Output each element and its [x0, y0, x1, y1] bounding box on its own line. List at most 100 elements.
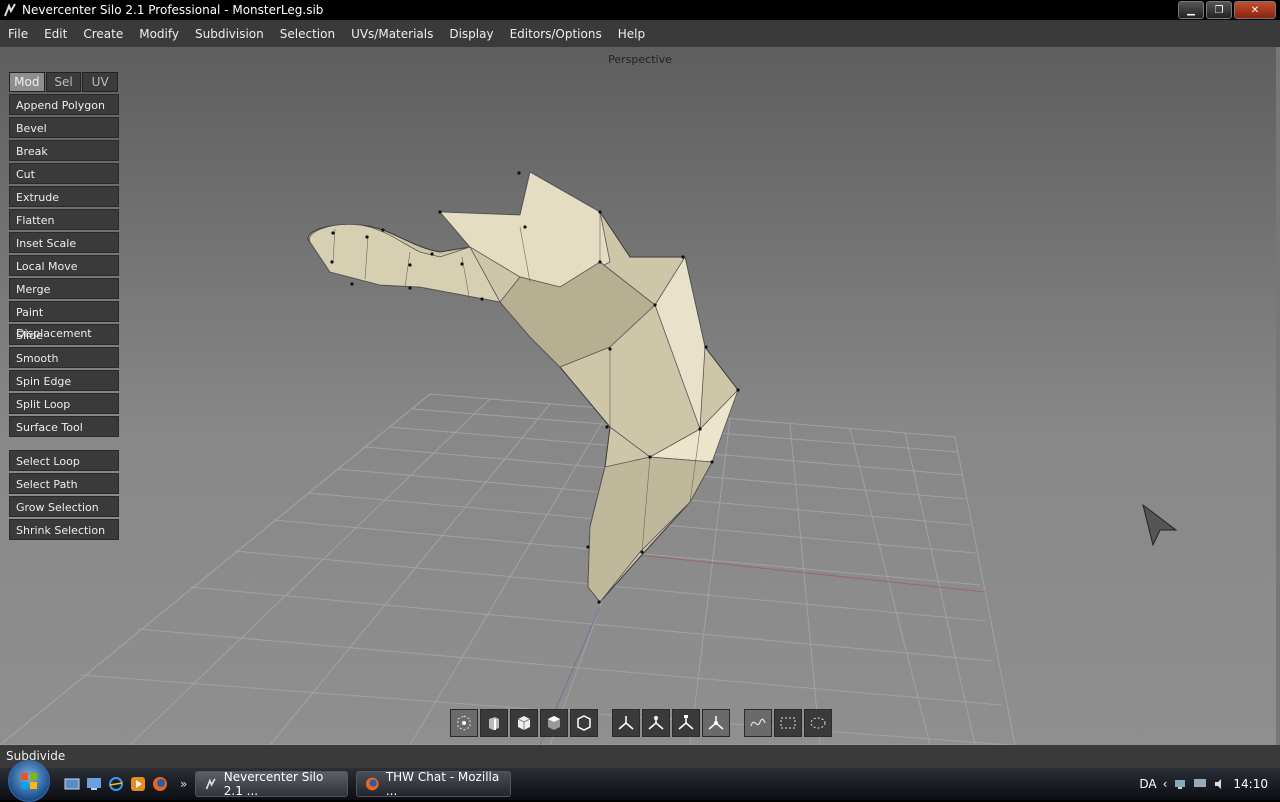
- flatten-button[interactable]: Flatten: [9, 209, 119, 230]
- move-manipulator-button[interactable]: [612, 709, 640, 737]
- minimize-icon: ▁: [1187, 4, 1195, 16]
- object-mode-icon: [457, 715, 471, 731]
- menu-uvs-materials[interactable]: UVs/Materials: [343, 27, 441, 41]
- inset-scale-button[interactable]: Inset Scale: [9, 232, 119, 253]
- menu-create[interactable]: Create: [75, 27, 131, 41]
- scale-manipulator-button[interactable]: [672, 709, 700, 737]
- quick-launch: »: [64, 776, 187, 792]
- perspective-viewport[interactable]: Perspective: [0, 47, 1280, 745]
- status-bar: Subdivide: [0, 745, 1280, 768]
- show-desktop-icon[interactable]: [86, 776, 102, 792]
- windows-logo-icon: [21, 773, 37, 789]
- menu-file[interactable]: File: [0, 27, 36, 41]
- merge-button[interactable]: Merge: [9, 278, 119, 299]
- face-mode-icon: [548, 716, 560, 730]
- maximize-button[interactable]: ❐: [1206, 1, 1232, 19]
- extrude-button[interactable]: Extrude: [9, 186, 119, 207]
- task-firefox[interactable]: THW Chat - Mozilla ...: [356, 770, 512, 798]
- ground-grid: [0, 393, 1016, 745]
- tab-uv[interactable]: UV: [82, 72, 119, 92]
- rotate-manipulator-icon: [648, 716, 664, 730]
- system-tray: DA ‹ 14:10: [1139, 768, 1268, 800]
- select-loop-button[interactable]: Select Loop: [9, 450, 119, 471]
- menu-editors-options[interactable]: Editors/Options: [502, 27, 610, 41]
- append-polygon-button[interactable]: Append Polygon: [9, 94, 119, 115]
- scene-canvas: [0, 171, 1178, 745]
- menu-edit[interactable]: Edit: [36, 27, 75, 41]
- tool-separator: [9, 439, 119, 450]
- grow-selection-button[interactable]: Grow Selection: [9, 496, 119, 517]
- lasso-select-icon: [750, 718, 766, 727]
- language-indicator[interactable]: DA: [1139, 777, 1156, 791]
- start-button[interactable]: [8, 760, 50, 802]
- restore-icon: ❐: [1214, 4, 1224, 16]
- task-silo[interactable]: Nevercenter Silo 2.1 ...: [195, 770, 349, 798]
- edge-mode-button[interactable]: [510, 709, 538, 737]
- face-mode-button[interactable]: [540, 709, 568, 737]
- object-mode-button[interactable]: [450, 709, 478, 737]
- window-title: Nevercenter Silo 2.1 Professional - Mons…: [22, 3, 324, 17]
- firefox-task-icon: [366, 777, 379, 791]
- universal-manipulator-icon: [708, 716, 724, 730]
- menu-selection[interactable]: Selection: [272, 27, 343, 41]
- bevel-button[interactable]: Bevel: [9, 117, 119, 138]
- close-button[interactable]: ✕: [1234, 1, 1276, 19]
- media-player-icon[interactable]: [130, 776, 146, 792]
- spin-edge-button[interactable]: Spin Edge: [9, 370, 119, 391]
- menu-display[interactable]: Display: [441, 27, 501, 41]
- title-bar: Nevercenter Silo 2.1 Professional - Mons…: [0, 0, 1280, 20]
- scale-manipulator-icon: [678, 715, 694, 730]
- viewport-border: [1276, 47, 1280, 745]
- smooth-button[interactable]: Smooth: [9, 347, 119, 368]
- paint-select-button[interactable]: [804, 709, 832, 737]
- monster-leg-mesh: [307, 171, 740, 604]
- menu-subdivision[interactable]: Subdivision: [187, 27, 272, 41]
- paint-displacement-button[interactable]: Paint Displacement: [9, 301, 119, 340]
- tray-expand-icon[interactable]: ‹: [1163, 777, 1168, 791]
- cut-button[interactable]: Cut: [9, 163, 119, 184]
- network-icon[interactable]: [1173, 777, 1187, 791]
- surface-tool-button[interactable]: Surface Tool: [9, 416, 119, 437]
- internet-explorer-icon[interactable]: [108, 776, 124, 792]
- tool-panel: Mod Sel UV Append Polygon Bevel Break Cu…: [9, 72, 119, 542]
- close-icon: ✕: [1250, 4, 1260, 16]
- silo-task-icon: [206, 778, 216, 790]
- windows-taskbar: » Nevercenter Silo 2.1 ... THW Chat - Mo…: [0, 760, 1280, 802]
- tab-sel[interactable]: Sel: [45, 72, 82, 92]
- volume-icon[interactable]: [1213, 777, 1227, 791]
- polygon-mode-icon: [577, 715, 591, 731]
- select-path-button[interactable]: Select Path: [9, 473, 119, 494]
- local-move-button[interactable]: Local Move: [9, 255, 119, 276]
- edge-mode-icon: [517, 716, 531, 730]
- tab-mod[interactable]: Mod: [9, 72, 45, 92]
- mode-tabs: Mod Sel UV: [9, 72, 119, 92]
- mouse-pointer: [1142, 503, 1178, 547]
- universal-manipulator-button[interactable]: [702, 709, 730, 737]
- viewport-label: Perspective: [608, 53, 672, 66]
- clock[interactable]: 14:10: [1233, 777, 1268, 791]
- vertex-mode-button[interactable]: [480, 709, 508, 737]
- split-loop-button[interactable]: Split Loop: [9, 393, 119, 414]
- task-silo-label: Nevercenter Silo 2.1 ...: [223, 770, 324, 798]
- lasso-select-button[interactable]: [744, 709, 772, 737]
- monitor-icon[interactable]: [1193, 777, 1207, 791]
- menu-modify[interactable]: Modify: [131, 27, 187, 41]
- quick-launch-explorer-icon[interactable]: [64, 776, 80, 792]
- menu-help[interactable]: Help: [610, 27, 653, 41]
- bottom-toolbar: [450, 708, 834, 738]
- shrink-selection-button[interactable]: Shrink Selection: [9, 519, 119, 540]
- firefox-icon[interactable]: [152, 776, 168, 792]
- task-firefox-label: THW Chat - Mozilla ...: [385, 770, 500, 798]
- break-button[interactable]: Break: [9, 140, 119, 161]
- paint-select-icon: [810, 717, 826, 729]
- polygon-mode-button[interactable]: [570, 709, 598, 737]
- silo-app-icon: [4, 3, 16, 17]
- rotate-manipulator-button[interactable]: [642, 709, 670, 737]
- quick-launch-more-icon[interactable]: »: [180, 777, 187, 791]
- rect-select-button[interactable]: [774, 709, 802, 737]
- menu-bar: File Edit Create Modify Subdivision Sele…: [0, 20, 1280, 47]
- vertex-mode-icon: [489, 717, 499, 730]
- minimize-button[interactable]: ▁: [1178, 1, 1204, 19]
- rect-select-icon: [780, 717, 796, 729]
- move-manipulator-icon: [618, 716, 634, 730]
